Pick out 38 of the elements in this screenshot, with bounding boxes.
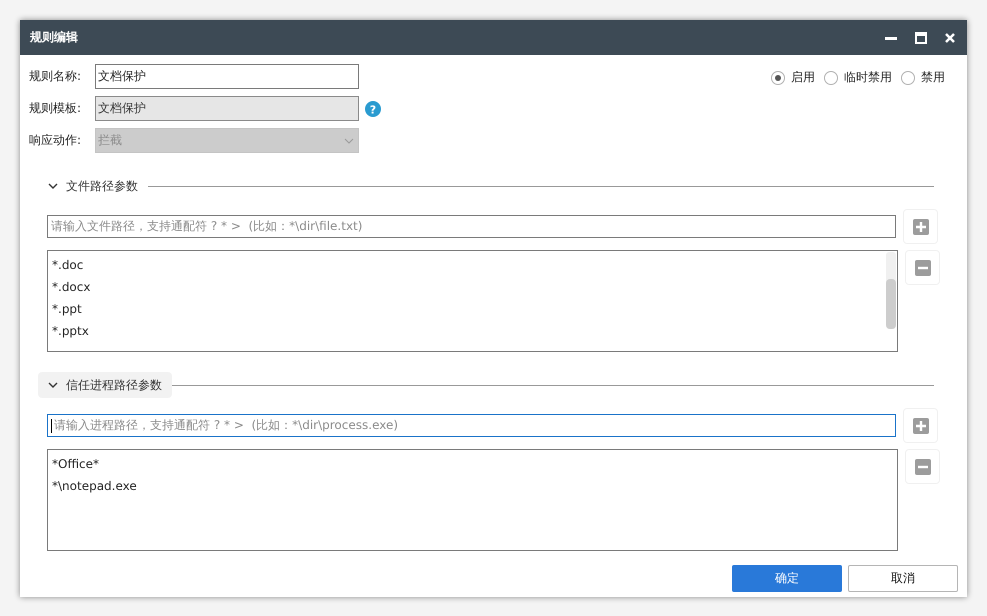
path-input-field[interactable]: 请输入文件路径，支持通配符 ? * > (比如：*\dir\file.txt) bbox=[47, 215, 896, 238]
window-title: 规则编辑 bbox=[30, 29, 78, 46]
section-header[interactable]: 信任进程路径参数 bbox=[38, 372, 172, 398]
remove-button[interactable] bbox=[905, 449, 940, 484]
add-button[interactable] bbox=[903, 209, 938, 244]
field-label: 规则名称: bbox=[29, 68, 82, 85]
list-item[interactable]: *\notepad.exe bbox=[52, 475, 897, 497]
add-button[interactable] bbox=[903, 408, 938, 443]
chevron-down-icon bbox=[344, 138, 354, 144]
maximize-icon[interactable] bbox=[915, 32, 927, 44]
ok-button[interactable]: 确定 bbox=[732, 565, 842, 592]
chevron-down-icon bbox=[48, 181, 58, 191]
field-label: 规则模板: bbox=[29, 100, 82, 117]
chevron-down-icon bbox=[48, 380, 58, 390]
scrollbar[interactable] bbox=[886, 252, 896, 329]
list-item[interactable]: *Office* bbox=[52, 453, 897, 475]
scrollbar-thumb[interactable] bbox=[886, 279, 896, 329]
radio-button[interactable] bbox=[824, 70, 838, 84]
list-item[interactable]: *.doc bbox=[52, 254, 886, 276]
minus-icon bbox=[914, 260, 930, 276]
radio-button[interactable] bbox=[771, 70, 785, 84]
section-header[interactable]: 文件路径参数 bbox=[38, 173, 148, 199]
field-label: 响应动作: bbox=[29, 132, 82, 149]
list-item[interactable]: *.ppt bbox=[52, 298, 886, 320]
close-icon[interactable] bbox=[945, 32, 955, 42]
plus-icon bbox=[912, 418, 928, 434]
text-field[interactable]: 文档保护 bbox=[95, 64, 359, 89]
list-item[interactable]: *.docx bbox=[52, 276, 886, 298]
radio-label[interactable]: 临时禁用 bbox=[844, 69, 892, 86]
plus-icon bbox=[912, 218, 928, 234]
radio-label[interactable]: 禁用 bbox=[921, 69, 945, 86]
radio-button[interactable] bbox=[901, 70, 915, 84]
remove-button[interactable] bbox=[905, 250, 940, 285]
path-input-field[interactable]: 请输入进程路径，支持通配符 ? * > (比如：*\dir\process.exe) bbox=[47, 414, 896, 437]
list-item[interactable]: *.pptx bbox=[52, 320, 886, 342]
radio-label[interactable]: 启用 bbox=[791, 69, 815, 86]
minus-icon bbox=[914, 458, 930, 474]
cancel-button[interactable]: 取消 bbox=[848, 565, 958, 592]
